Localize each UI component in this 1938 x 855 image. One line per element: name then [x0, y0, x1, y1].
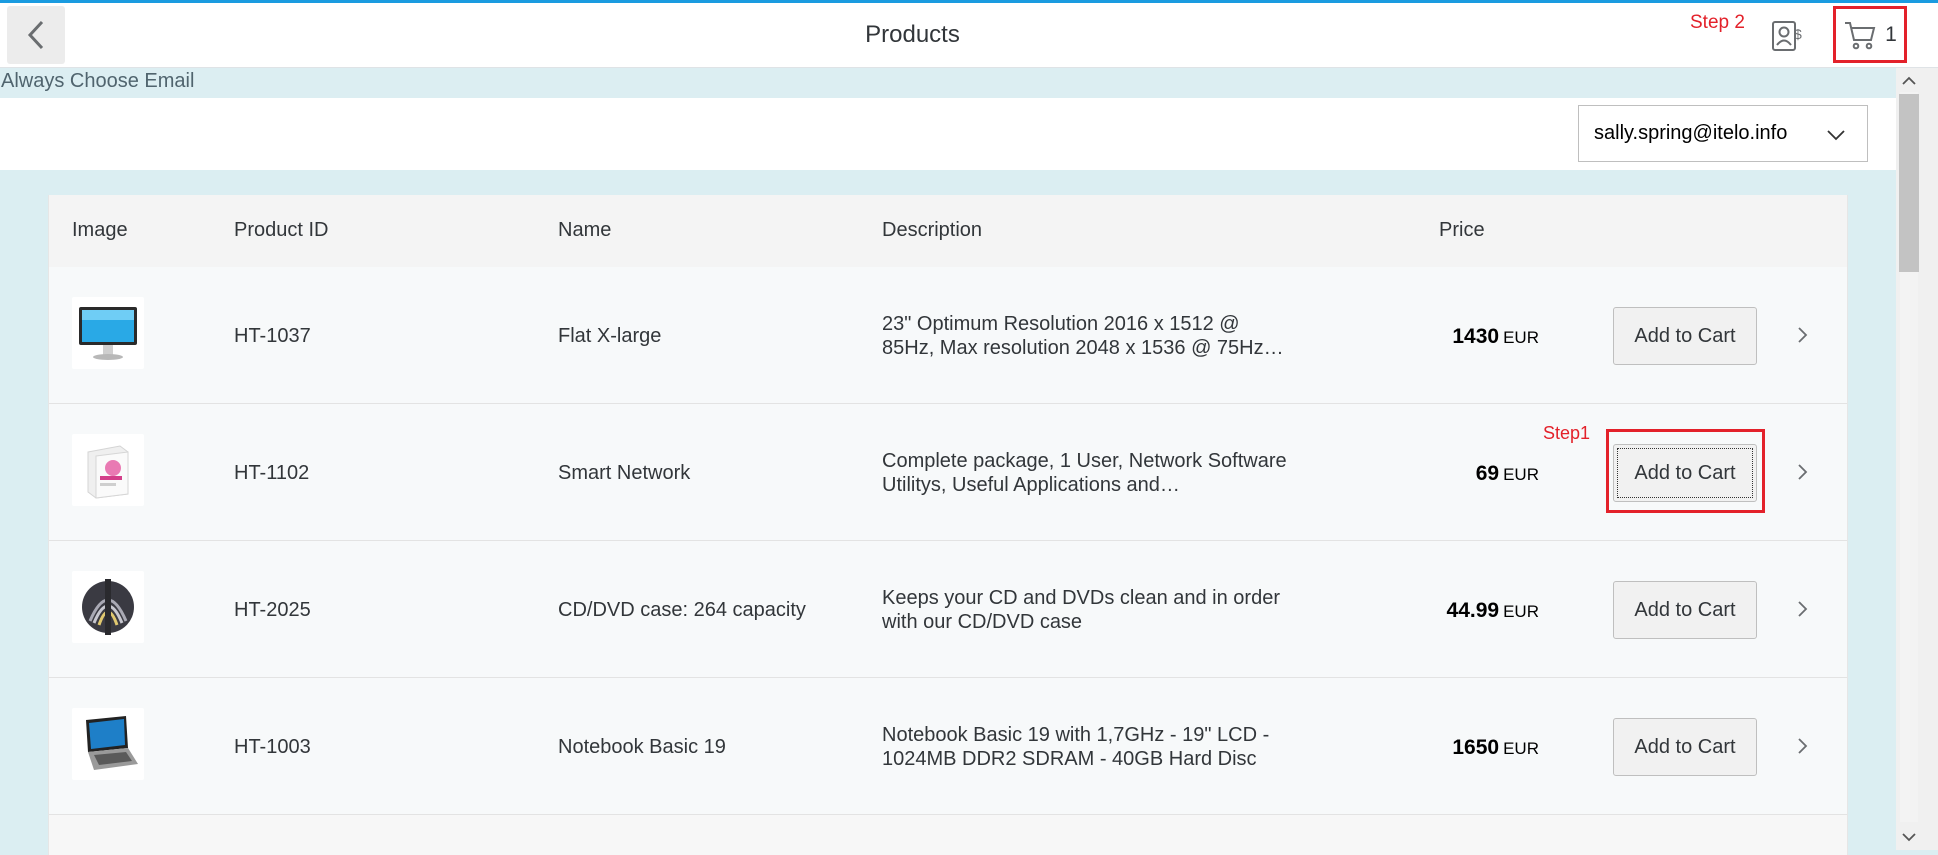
product-price: 1650 EUR	[1339, 736, 1539, 760]
description-line: with our CD/DVD case	[882, 611, 1083, 633]
column-header-image: Image	[72, 219, 128, 241]
scroll-down-icon[interactable]	[1900, 830, 1918, 844]
description-line: 85Hz, Max resolution 2048 x 1536 @ 75Hz…	[882, 337, 1284, 359]
column-header-name: Name	[558, 219, 612, 241]
add-to-cart-button[interactable]: Add to Cart	[1613, 307, 1757, 365]
subheader-title: Always Choose Email	[0, 68, 1897, 98]
product-description: Notebook Basic 19 with 1,7GHz - 19" LCD …	[882, 723, 1312, 771]
svg-text:$: $	[1794, 26, 1802, 42]
price-currency: EUR	[1503, 465, 1539, 484]
product-price: 44.99 EUR	[1339, 599, 1539, 623]
column-header-description: Description	[882, 219, 983, 241]
price-value: 69	[1475, 462, 1500, 485]
product-description: Complete package, 1 User, Network Softwa…	[882, 449, 1312, 497]
add-to-cart-button[interactable]: Add to Cart	[1613, 444, 1757, 502]
chevron-right-icon	[1798, 327, 1808, 343]
chevron-right-icon	[1798, 601, 1808, 617]
column-header-product-id: Product ID	[234, 219, 329, 241]
product-name: Flat X-large	[558, 325, 662, 347]
price-value: 1430	[1452, 325, 1500, 348]
price-currency: EUR	[1503, 602, 1539, 621]
product-name: CD/DVD case: 264 capacity	[558, 599, 806, 621]
customer-billing-button[interactable]: $	[1770, 17, 1806, 53]
price-value: 1650	[1452, 736, 1500, 759]
laptop-image	[72, 708, 144, 780]
scrollbar-thumb[interactable]	[1899, 94, 1919, 272]
content-area: Image Product ID Name Description Price …	[0, 170, 1896, 855]
product-name: Notebook Basic 19	[558, 736, 726, 758]
cd-case-image	[72, 571, 144, 643]
product-name: Smart Network	[558, 462, 691, 484]
price-currency: EUR	[1503, 739, 1539, 758]
email-select[interactable]: sally.spring@itelo.info	[1578, 105, 1868, 162]
products-table: Image Product ID Name Description Price …	[48, 195, 1848, 855]
email-toolbar: sally.spring@itelo.info	[0, 98, 1896, 170]
description-line: Utilitys, Useful Applications and…	[882, 474, 1180, 496]
add-to-cart-button[interactable]: Add to Cart	[1613, 718, 1757, 776]
product-id: HT-1037	[234, 325, 311, 347]
software-box-image	[72, 434, 144, 506]
shell-header: Products Step 2 $ 1	[0, 3, 1938, 68]
cart-count-badge: 1	[1885, 22, 1897, 46]
product-description: 23" Optimum Resolution 2016 x 1512 @ 85H…	[882, 312, 1312, 360]
add-to-cart-button[interactable]: Add to Cart	[1613, 581, 1757, 639]
chevron-right-icon	[1798, 738, 1808, 754]
email-select-value: sally.spring@itelo.info	[1594, 122, 1788, 144]
chevron-down-icon	[1827, 130, 1845, 141]
product-description: Keeps your CD and DVDs clean and in orde…	[882, 586, 1312, 634]
description-line: 1024MB DDR2 SDRAM - 40GB Hard Disc	[882, 748, 1257, 770]
scroll-up-icon[interactable]	[1900, 74, 1918, 88]
table-row[interactable]: HT-2025 CD/DVD case: 264 capacity Keeps …	[49, 541, 1847, 678]
table-row[interactable]: HT-1003 Notebook Basic 19 Notebook Basic…	[49, 678, 1847, 815]
product-price: 69 EUR	[1339, 462, 1539, 486]
step2-annotation: Step 2	[1690, 12, 1745, 33]
price-currency: EUR	[1503, 328, 1539, 347]
person-currency-icon: $	[1772, 21, 1802, 51]
description-line: 23" Optimum Resolution 2016 x 1512 @	[882, 313, 1240, 335]
price-value: 44.99	[1446, 599, 1500, 622]
description-line: Keeps your CD and DVDs clean and in orde…	[882, 587, 1280, 609]
description-line: Complete package, 1 User, Network Softwa…	[882, 450, 1287, 472]
product-id: HT-1003	[234, 736, 311, 758]
step1-annotation: Step1	[1543, 423, 1591, 443]
table-header: Image Product ID Name Description Price	[49, 195, 1847, 268]
description-line: Notebook Basic 19 with 1,7GHz - 19" LCD …	[882, 724, 1270, 746]
monitor-image	[72, 297, 144, 369]
cart-button[interactable]: 1	[1833, 6, 1907, 63]
chevron-right-icon	[1798, 464, 1808, 480]
shopping-cart-icon	[1845, 21, 1876, 49]
column-header-price: Price	[1439, 219, 1485, 241]
product-price: 1430 EUR	[1339, 325, 1539, 349]
table-row[interactable]: HT-1102 Smart Network Complete package, …	[49, 404, 1847, 541]
table-row[interactable]: HT-1037 Flat X-large 23" Optimum Resolut…	[49, 267, 1847, 404]
page-title: Products	[865, 21, 960, 48]
product-id: HT-2025	[234, 599, 311, 621]
product-id: HT-1102	[234, 462, 310, 484]
